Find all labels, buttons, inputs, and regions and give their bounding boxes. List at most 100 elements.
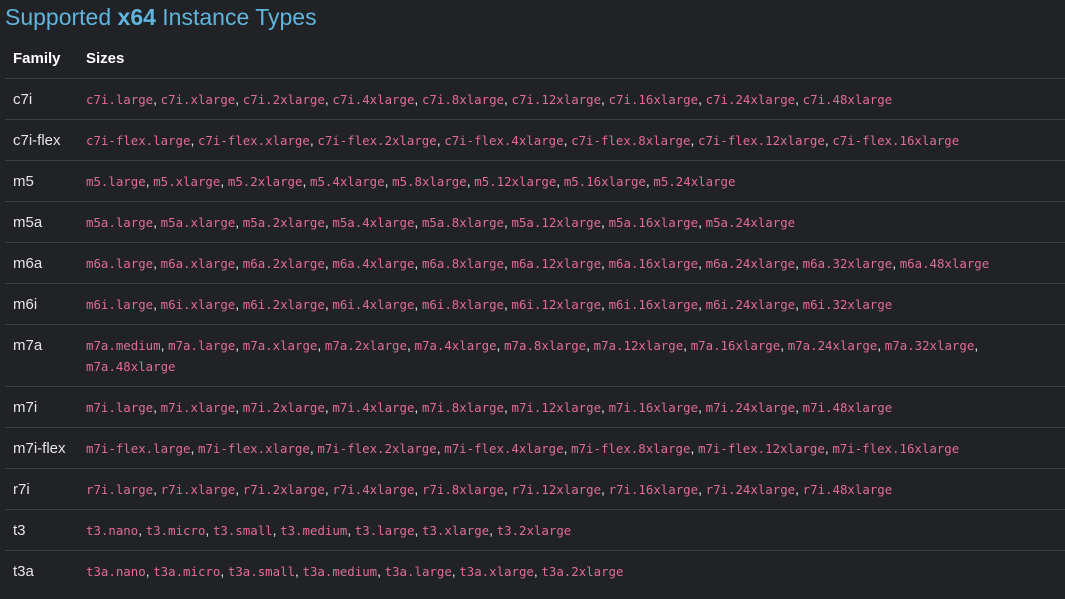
instance-size: m7i-flex.8xlarge: [571, 441, 691, 456]
instance-size: c7i-flex.8xlarge: [571, 133, 691, 148]
instance-size: m6i.16xlarge: [608, 297, 699, 312]
size-separator: ,: [601, 91, 605, 107]
sizes-cell: t3a.nano, t3a.micro, t3a.small, t3a.medi…: [86, 551, 1065, 591]
instance-size: m7i.2xlarge: [242, 400, 325, 415]
instance-size: m5a.xlarge: [160, 215, 236, 230]
family-cell: c7i-flex: [13, 132, 61, 149]
instance-size: m7i-flex.16xlarge: [832, 441, 960, 456]
size-separator: ,: [377, 563, 382, 579]
size-separator: ,: [690, 132, 695, 148]
header-sizes: Sizes: [86, 50, 125, 67]
instance-size: c7i-flex.large: [86, 133, 191, 148]
instance-size: m6i.2xlarge: [242, 297, 325, 312]
instance-size: m6a.24xlarge: [705, 256, 796, 271]
sizes-cell: m6a.large, m6a.xlarge, m6a.2xlarge, m6a.…: [86, 243, 1065, 283]
sizes-cell: m7i.large, m7i.xlarge, m7i.2xlarge, m7i.…: [86, 387, 1065, 427]
size-separator: ,: [309, 440, 314, 456]
sizes-cell: m6i.large, m6i.xlarge, m6i.2xlarge, m6i.…: [86, 284, 1065, 324]
instance-size: m5a.4xlarge: [332, 215, 415, 230]
size-separator: ,: [795, 296, 800, 312]
size-separator: ,: [235, 481, 240, 497]
family-cell: c7i: [13, 91, 33, 108]
size-separator: ,: [190, 132, 195, 148]
size-separator: ,: [324, 214, 329, 230]
family-cell: m5: [13, 173, 34, 190]
instance-size: m7i.4xlarge: [332, 400, 415, 415]
size-separator: ,: [698, 214, 702, 230]
size-separator: ,: [324, 91, 329, 107]
size-separator: ,: [220, 563, 225, 579]
table-row: r7i r7i.large, r7i.xlarge, r7i.2xlarge, r…: [5, 468, 1065, 509]
size-separator: ,: [504, 91, 508, 107]
instance-size: m6a.32xlarge: [802, 256, 893, 271]
size-separator: ,: [489, 522, 494, 538]
instance-size: t3.large: [354, 523, 415, 538]
instance-size: m6a.12xlarge: [511, 256, 602, 271]
size-separator: ,: [795, 399, 800, 415]
instance-size: c7i-flex.16xlarge: [832, 133, 960, 148]
size-separator: ,: [556, 173, 561, 189]
size-separator: ,: [601, 481, 605, 497]
size-separator: ,: [235, 91, 240, 107]
size-separator: ,: [235, 214, 240, 230]
size-separator: ,: [235, 399, 240, 415]
family-cell: t3a: [13, 563, 34, 580]
instance-size: r7i.24xlarge: [705, 482, 796, 497]
size-separator: ,: [414, 522, 419, 538]
instance-size: t3.medium: [280, 523, 348, 538]
size-separator: ,: [220, 173, 225, 189]
size-separator: ,: [504, 399, 508, 415]
size-separator: ,: [153, 91, 158, 107]
size-separator: ,: [586, 337, 591, 353]
instance-size: m7i-flex.4xlarge: [444, 441, 564, 456]
size-separator: ,: [698, 255, 702, 271]
sizes-cell: m7a.medium, m7a.large, m7a.xlarge, m7a.2…: [86, 325, 1065, 386]
family-cell: m6a: [13, 255, 43, 272]
instance-size: c7i-flex.12xlarge: [698, 133, 825, 148]
size-separator: ,: [295, 563, 299, 579]
size-separator: ,: [347, 522, 352, 538]
size-separator: ,: [309, 132, 314, 148]
instance-size: m5.24xlarge: [653, 174, 736, 189]
instance-size: r7i.xlarge: [160, 482, 236, 497]
size-separator: ,: [698, 296, 702, 312]
instance-size: m7a.2xlarge: [324, 338, 407, 353]
sizes-cell: c7i-flex.large, c7i-flex.xlarge, c7i-fle…: [86, 120, 1065, 160]
size-separator: ,: [601, 399, 605, 415]
instance-size: c7i.8xlarge: [421, 92, 504, 107]
size-separator: ,: [205, 522, 210, 538]
family-cell: t3: [13, 522, 26, 539]
instance-size: r7i.large: [86, 482, 154, 497]
size-separator: ,: [698, 481, 702, 497]
family-cell: m7i-flex: [13, 440, 66, 457]
instance-size: m6i.12xlarge: [511, 297, 602, 312]
size-separator: ,: [795, 255, 800, 271]
instance-size: t3a.nano: [86, 564, 146, 579]
size-separator: ,: [190, 440, 195, 456]
size-separator: ,: [533, 563, 538, 579]
size-separator: ,: [302, 173, 307, 189]
table-body: c7i c7i.large, c7i.xlarge, c7i.2xlarge, c…: [5, 78, 1065, 591]
instance-size: m6a.16xlarge: [608, 256, 699, 271]
family-cell: m5a: [13, 214, 43, 231]
header-family: Family: [13, 50, 61, 67]
instance-size: m5a.large: [86, 215, 154, 230]
size-separator: ,: [324, 296, 329, 312]
size-separator: ,: [235, 337, 240, 353]
instance-size: m7i.16xlarge: [608, 400, 699, 415]
instance-size: t3.2xlarge: [496, 523, 572, 538]
heading-suffix: Instance Types: [155, 4, 317, 30]
size-separator: ,: [384, 173, 389, 189]
instance-size: r7i.2xlarge: [242, 482, 325, 497]
instance-size: m7a.32xlarge: [884, 338, 975, 353]
table-row: c7i-flex c7i-flex.large, c7i-flex.xlarge,…: [5, 119, 1065, 160]
instance-size: m7a.8xlarge: [504, 338, 587, 353]
instance-size: t3a.medium: [302, 564, 378, 579]
size-separator: ,: [780, 337, 785, 353]
size-separator: ,: [317, 337, 322, 353]
page-heading: Supported x64 Instance Types: [5, 1, 317, 33]
instance-size: r7i.4xlarge: [332, 482, 415, 497]
instance-size: m5.xlarge: [153, 174, 221, 189]
size-separator: ,: [974, 337, 979, 353]
page: Supported x64 Instance Types Family Size…: [0, 0, 1065, 599]
